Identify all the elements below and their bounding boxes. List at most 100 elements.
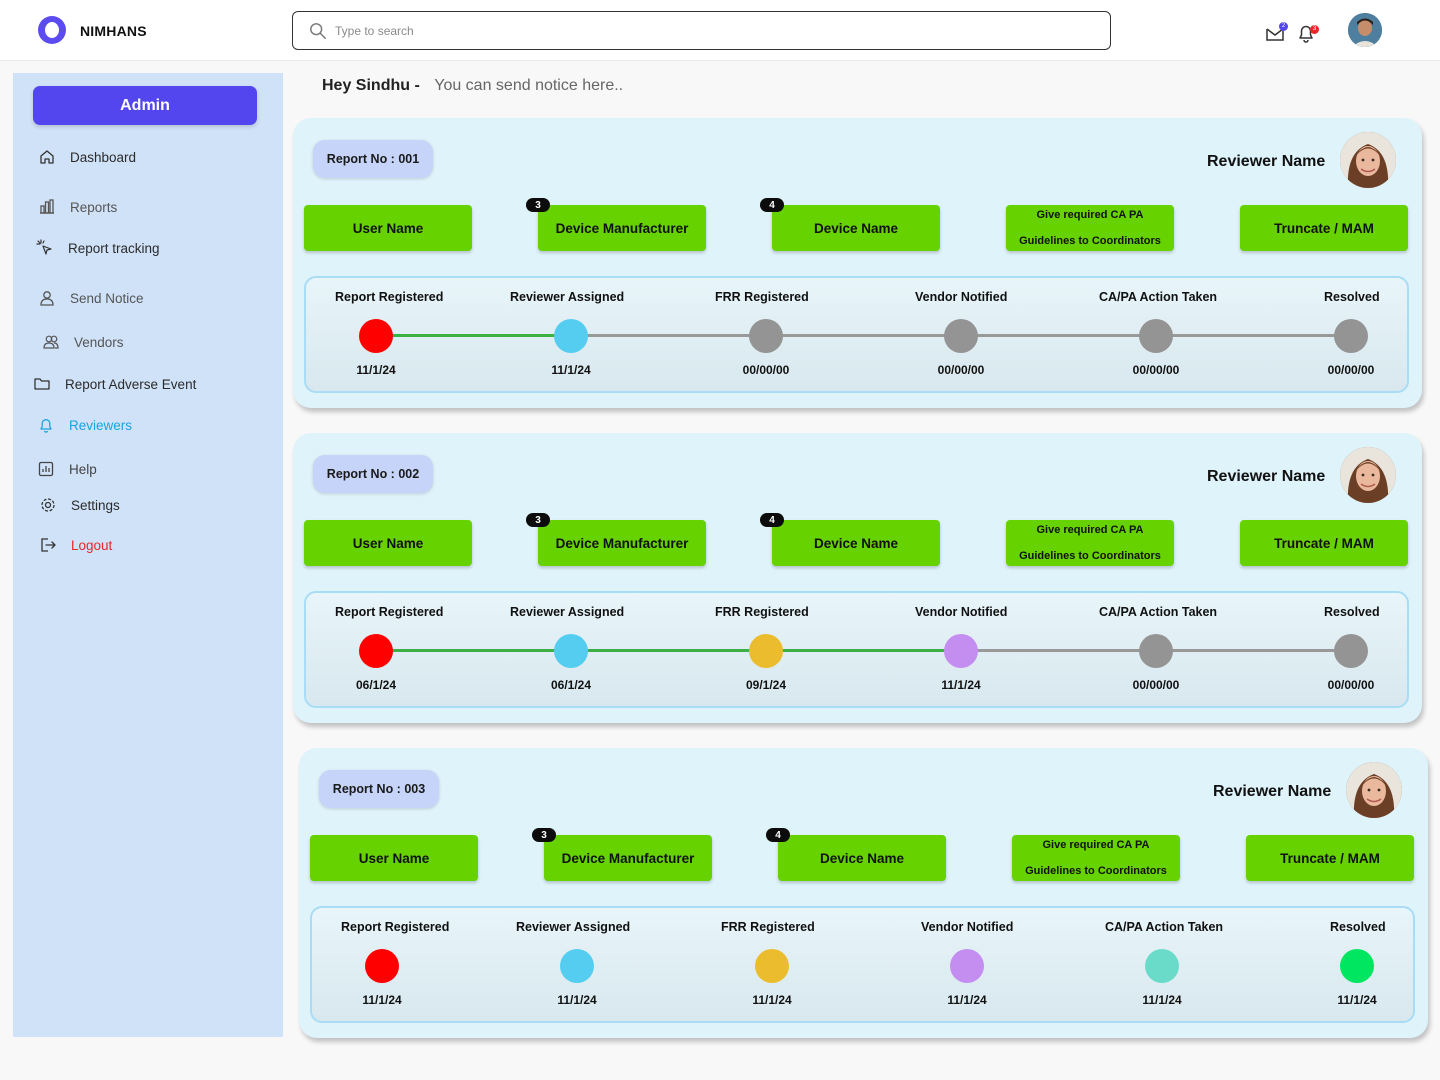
progress-line-segment xyxy=(961,649,1156,652)
stage-status-dot[interactable] xyxy=(755,949,789,983)
report-number[interactable]: Report No : 003 xyxy=(319,770,439,808)
home-icon xyxy=(40,150,54,164)
search-box[interactable] xyxy=(292,11,1111,50)
brand-name: NIMHANS xyxy=(80,23,147,39)
truncate-mam-button[interactable]: Truncate / MAM xyxy=(1240,205,1408,251)
report-number[interactable]: Report No : 002 xyxy=(313,455,433,493)
notification-count-badge: 3 xyxy=(1310,25,1319,34)
stage-label: Reviewer Assigned xyxy=(510,605,625,619)
users-icon xyxy=(43,335,59,349)
reviewer-name-label: Reviewer Name xyxy=(1207,468,1326,485)
user-avatar[interactable] xyxy=(1348,13,1382,47)
stage-status-dot[interactable] xyxy=(944,319,978,353)
stage-status-dot[interactable] xyxy=(1139,634,1173,668)
mail-count-badge: 2 xyxy=(1279,22,1288,31)
stage-label: Resolved xyxy=(1324,290,1380,304)
stage-status-dot[interactable] xyxy=(359,319,393,353)
guidelines-line-2: Guidelines to Coordinators xyxy=(1019,549,1161,562)
stage-label: Resolved xyxy=(1324,605,1380,619)
stage-label: Resolved xyxy=(1330,920,1386,934)
status-tracker: Report Registered 11/1/24 Reviewer Assigne… xyxy=(310,906,1415,1023)
stage-date: 11/1/24 xyxy=(752,993,792,1007)
stage-date: 00/00/00 xyxy=(1327,363,1375,377)
stage-date: 11/1/24 xyxy=(941,678,981,692)
status-tracker: Report Registered 11/1/24 Reviewer Assigne… xyxy=(304,276,1409,393)
reviewer-avatar[interactable] xyxy=(1346,762,1402,818)
sidebar-item-label: Send Notice xyxy=(70,290,144,306)
sidebar-item-reviewers[interactable]: Reviewers xyxy=(37,416,132,434)
user-name-button[interactable]: User Name xyxy=(304,205,472,251)
truncate-mam-button[interactable]: Truncate / MAM xyxy=(1246,835,1414,881)
stage-label: Reviewer Assigned xyxy=(516,920,631,934)
stage-status-dot[interactable] xyxy=(749,634,783,668)
stage-status-dot[interactable] xyxy=(359,634,393,668)
stage-status-dot[interactable] xyxy=(944,634,978,668)
stage-status-dot[interactable] xyxy=(365,949,399,983)
truncate-mam-button[interactable]: Truncate / MAM xyxy=(1240,520,1408,566)
device-manufacturer-button[interactable]: 3 Device Manufacturer xyxy=(526,198,706,251)
device-count-badge: 4 xyxy=(760,198,784,212)
sidebar-item-dashboard[interactable]: Dashboard xyxy=(38,148,136,166)
stage-date: 06/1/24 xyxy=(550,678,592,692)
stage-status-dot[interactable] xyxy=(1340,949,1374,983)
guidelines-button[interactable]: Give required CA PA Guidelines to Coordi… xyxy=(1006,520,1174,566)
sidebar-item-logout[interactable]: Logout xyxy=(39,536,112,554)
guidelines-line-1: Give required CA PA xyxy=(1036,208,1144,221)
stage-label: Reviewer Assigned xyxy=(510,290,625,304)
guidelines-button[interactable]: Give required CA PA Guidelines to Coordi… xyxy=(1012,835,1180,881)
user-name-button[interactable]: User Name xyxy=(310,835,478,881)
sidebar-item-help[interactable]: Help xyxy=(37,460,97,478)
reviewer-avatar[interactable] xyxy=(1340,447,1396,503)
stage-date: 00/00/00 xyxy=(1132,678,1180,692)
sidebar-item-report-tracking[interactable]: Report tracking xyxy=(36,239,160,257)
stage-status-dot[interactable] xyxy=(1334,634,1368,668)
stage-status-dot[interactable] xyxy=(1145,949,1179,983)
manufacturer-count-badge: 3 xyxy=(526,198,550,212)
sidebar-item-reports[interactable]: Reports xyxy=(38,198,117,216)
report-card: Report No : 003 Reviewer Name User Name … xyxy=(299,748,1428,1038)
guidelines-button[interactable]: Give required CA PA Guidelines to Coordi… xyxy=(1006,205,1174,251)
progress-line-segment xyxy=(571,334,766,337)
stage-status-dot[interactable] xyxy=(1139,319,1173,353)
device-manufacturer-label: Device Manufacturer xyxy=(555,220,689,236)
stage-date: 11/1/24 xyxy=(356,363,396,377)
sidebar-item-label: Dashboard xyxy=(70,149,137,165)
progress-line-segment xyxy=(376,649,571,652)
device-manufacturer-label: Device Manufacturer xyxy=(555,535,689,551)
sidebar-item-vendors[interactable]: Vendors xyxy=(42,333,124,351)
sidebar-item-report-adverse-event[interactable]: Report Adverse Event xyxy=(33,375,196,393)
stage-label: CA/PA Action Taken xyxy=(1105,920,1224,934)
top-bar: NIMHANS 2 3 xyxy=(0,0,1440,61)
search-input[interactable] xyxy=(335,20,1075,42)
device-name-button[interactable]: 4 Device Name xyxy=(766,828,946,881)
stage-label: Vendor Notified xyxy=(915,290,1008,304)
admin-button[interactable]: Admin xyxy=(33,86,257,125)
device-name-button[interactable]: 4 Device Name xyxy=(760,198,940,251)
greeting-name: Hey Sindhu - xyxy=(322,77,420,94)
device-name-button[interactable]: 4 Device Name xyxy=(760,513,940,566)
stage-date: 11/1/24 xyxy=(362,993,402,1007)
device-manufacturer-button[interactable]: 3 Device Manufacturer xyxy=(532,828,712,881)
stage-status-dot[interactable] xyxy=(950,949,984,983)
stage-status-dot[interactable] xyxy=(554,634,588,668)
stage-label: Vendor Notified xyxy=(921,920,1014,934)
progress-line-segment xyxy=(766,334,961,337)
stage-status-dot[interactable] xyxy=(560,949,594,983)
device-manufacturer-button[interactable]: 3 Device Manufacturer xyxy=(526,513,706,566)
sidebar-item-settings[interactable]: Settings xyxy=(39,496,120,514)
reviewer-avatar[interactable] xyxy=(1340,132,1396,188)
stage-status-dot[interactable] xyxy=(554,319,588,353)
greeting-message: You can send notice here.. xyxy=(434,77,624,94)
logo-icon xyxy=(38,16,66,44)
stage-label: CA/PA Action Taken xyxy=(1099,605,1218,619)
stage-status-dot[interactable] xyxy=(1334,319,1368,353)
guidelines-line-1: Give required CA PA xyxy=(1042,838,1150,851)
search-icon xyxy=(310,23,326,39)
stage-status-dot[interactable] xyxy=(749,319,783,353)
reviewer-name-label: Reviewer Name xyxy=(1207,153,1326,170)
report-card: Report No : 001 Reviewer Name User Name … xyxy=(293,118,1422,408)
sidebar-item-label: Report Adverse Event xyxy=(65,376,197,392)
report-number[interactable]: Report No : 001 xyxy=(313,140,433,178)
sidebar-item-send-notice[interactable]: Send Notice xyxy=(38,289,144,307)
user-name-button[interactable]: User Name xyxy=(304,520,472,566)
